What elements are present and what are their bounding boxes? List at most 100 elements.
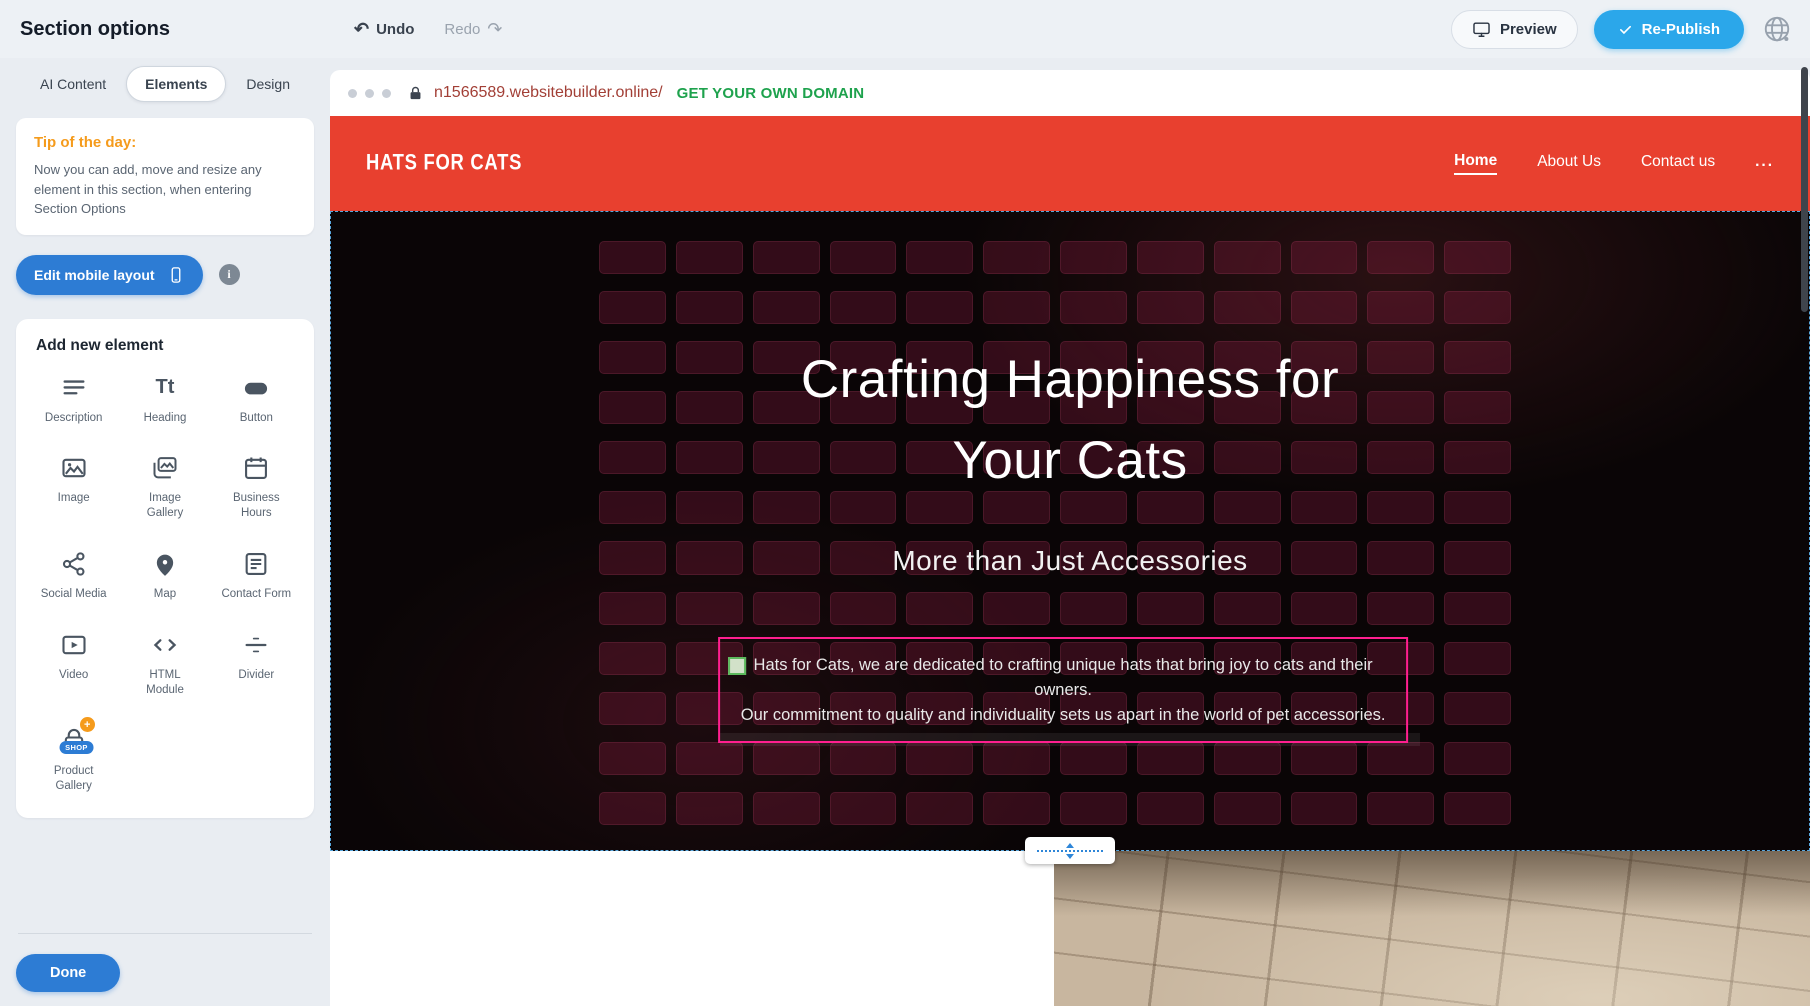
- element-image-gallery[interactable]: Image Gallery: [121, 453, 208, 521]
- grid-tile: [599, 241, 666, 274]
- grid-tile: [1367, 792, 1434, 825]
- republish-label: Re-Publish: [1642, 21, 1720, 38]
- element-social-media[interactable]: Social Media: [30, 549, 117, 602]
- next-section: [330, 851, 1810, 1006]
- element-contact-form[interactable]: Contact Form: [213, 549, 300, 602]
- nav-more[interactable]: ...: [1755, 153, 1774, 174]
- republish-button[interactable]: Re-Publish: [1594, 10, 1744, 49]
- grid-tile: [676, 742, 743, 775]
- grid-tile: [1291, 241, 1358, 274]
- tip-body: Now you can add, move and resize any ele…: [34, 160, 296, 219]
- arrow-down-icon: [1066, 854, 1074, 859]
- grid-tile: [753, 241, 820, 274]
- preview-label: Preview: [1500, 21, 1557, 38]
- section-height-drag-handle[interactable]: [1025, 837, 1115, 864]
- hero-paragraph: Hats for Cats, we are dedicated to craft…: [738, 653, 1388, 727]
- element-button[interactable]: Button: [213, 373, 300, 426]
- next-section-blank: [330, 851, 1054, 1006]
- lock-icon: [407, 85, 424, 102]
- check-icon: [1618, 22, 1633, 37]
- element-video[interactable]: Video: [30, 630, 117, 698]
- grid-tile: [599, 792, 666, 825]
- grid-tile: [830, 291, 897, 324]
- heading-icon: Tt: [156, 373, 175, 403]
- grid-tile: [1367, 592, 1434, 625]
- undo-button[interactable]: ↶ Undo: [354, 20, 414, 38]
- hero-section[interactable]: Crafting Happiness for Your Cats More th…: [330, 211, 1810, 851]
- hero-subtitle[interactable]: More than Just Accessories: [331, 545, 1809, 577]
- grid-tile: [1060, 592, 1127, 625]
- grid-tile: [1214, 241, 1281, 274]
- grid-tile: [1444, 592, 1511, 625]
- site-header[interactable]: HATS FOR CATS Home About Us Contact us .…: [330, 116, 1810, 211]
- element-heading[interactable]: Tt Heading: [121, 373, 208, 426]
- divider-icon: [242, 630, 270, 660]
- tab-design[interactable]: Design: [228, 67, 308, 101]
- grid-tile: [1444, 692, 1511, 725]
- grid-tile: [830, 241, 897, 274]
- element-business-hours[interactable]: Business Hours: [213, 453, 300, 521]
- grid-tile: [599, 642, 666, 675]
- grid-tile: [753, 291, 820, 324]
- element-description[interactable]: Description: [30, 373, 117, 426]
- element-map[interactable]: Map: [121, 549, 208, 602]
- grid-tile: [676, 291, 743, 324]
- grid-tile: [753, 792, 820, 825]
- preview-button[interactable]: Preview: [1451, 10, 1578, 49]
- site-logo[interactable]: HATS FOR CATS: [366, 151, 522, 177]
- grid-tile: [830, 742, 897, 775]
- dotted-resize-line: [1037, 850, 1103, 852]
- edit-mobile-layout-button[interactable]: Edit mobile layout: [16, 255, 203, 295]
- get-domain-link[interactable]: GET YOUR OWN DOMAIN: [677, 85, 865, 102]
- grid-tile: [983, 792, 1050, 825]
- video-icon: [60, 630, 88, 660]
- grid-tile: [906, 792, 973, 825]
- info-icon[interactable]: i: [219, 264, 240, 285]
- undo-label: Undo: [376, 21, 414, 38]
- grid-tile: [599, 291, 666, 324]
- redo-label: Redo: [444, 21, 480, 38]
- description-icon: [60, 373, 88, 403]
- grid-tile: [1367, 291, 1434, 324]
- grid-tile: [753, 592, 820, 625]
- grid-tile: [1060, 792, 1127, 825]
- grid-tile: [906, 592, 973, 625]
- selected-text-element[interactable]: Hats for Cats, we are dedicated to craft…: [718, 637, 1408, 743]
- undo-redo-group: ↶ Undo Redo ↷: [354, 20, 502, 38]
- sidebar-tabs: AI Content Elements Design: [16, 66, 314, 102]
- grid-tile: [1444, 241, 1511, 274]
- element-resize-handle[interactable]: [728, 657, 746, 675]
- page-title: Section options: [20, 18, 330, 41]
- element-divider[interactable]: Divider: [213, 630, 300, 698]
- scrollbar-thumb[interactable]: [1801, 67, 1808, 312]
- done-button[interactable]: Done: [16, 954, 120, 992]
- grid-tile: [676, 792, 743, 825]
- product-gallery-icon: + SHOP: [60, 726, 88, 756]
- element-html-module[interactable]: HTML Module: [121, 630, 208, 698]
- grid-tile: [1367, 241, 1434, 274]
- grid-tile: [1137, 592, 1204, 625]
- grid-tile: [1291, 291, 1358, 324]
- window-dots: [348, 89, 391, 98]
- nav-contact-us[interactable]: Contact us: [1641, 153, 1715, 174]
- hero-headline[interactable]: Crafting Happiness for Your Cats: [331, 340, 1809, 501]
- app-root: Section options ↶ Undo Redo ↷ Preview: [0, 0, 1810, 1006]
- grid-tile: [599, 592, 666, 625]
- element-product-gallery[interactable]: + SHOP Product Gallery: [30, 726, 117, 794]
- tab-ai-content[interactable]: AI Content: [22, 67, 124, 101]
- redo-button[interactable]: Redo ↷: [444, 20, 502, 38]
- add-element-title: Add new element: [36, 337, 294, 355]
- nav-home[interactable]: Home: [1454, 152, 1497, 175]
- tab-elements[interactable]: Elements: [126, 66, 226, 102]
- grid-tile: [906, 742, 973, 775]
- browser-frame: n1566589.websitebuilder.online/ GET YOUR…: [330, 70, 1810, 1006]
- grid-tile: [676, 241, 743, 274]
- nav-about-us[interactable]: About Us: [1537, 153, 1601, 174]
- grid-tile: [1367, 742, 1434, 775]
- grid-tile: [1444, 742, 1511, 775]
- window-dot: [382, 89, 391, 98]
- grid-tile: [906, 291, 973, 324]
- element-image[interactable]: Image: [30, 453, 117, 521]
- language-globe-icon[interactable]: [1760, 12, 1794, 46]
- grid-tile: [830, 592, 897, 625]
